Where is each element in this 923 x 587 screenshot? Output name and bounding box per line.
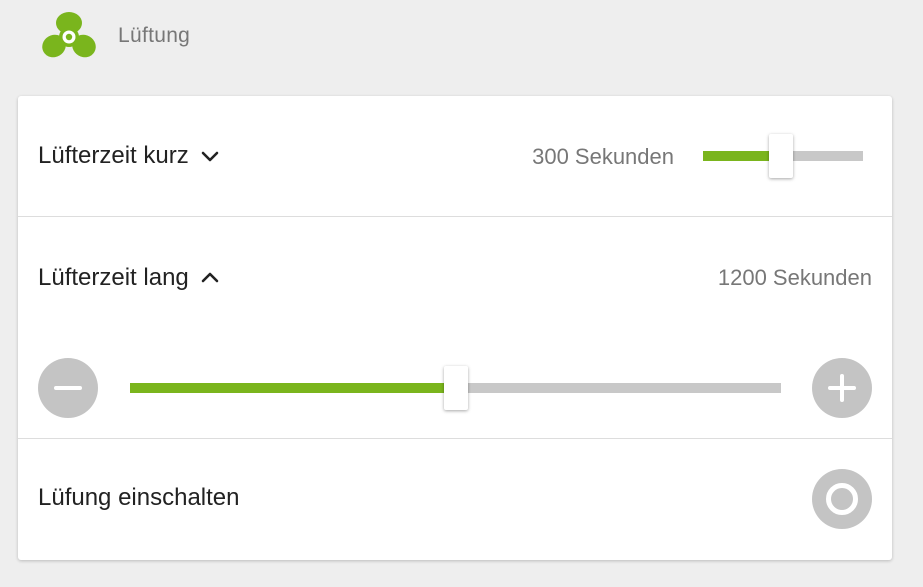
short-fan-time-label: Lüfterzeit kurz bbox=[38, 142, 189, 169]
long-fan-time-header[interactable]: Lüfterzeit lang bbox=[38, 263, 219, 293]
circle-toggle-icon bbox=[826, 483, 858, 515]
chevron-up-icon bbox=[201, 272, 219, 283]
page-header: Lüftung bbox=[42, 10, 190, 62]
chevron-down-icon bbox=[201, 151, 219, 162]
settings-card: Lüfterzeit kurz 300 Sekunden Lüfterzeit … bbox=[18, 96, 892, 560]
minus-icon bbox=[54, 386, 82, 390]
plus-icon bbox=[828, 374, 856, 402]
long-fan-time-label: Lüfterzeit lang bbox=[38, 264, 189, 291]
short-fan-time-header[interactable]: Lüfterzeit kurz bbox=[38, 141, 219, 171]
short-fan-time-slider-thumb[interactable] bbox=[769, 134, 794, 178]
short-fan-time-row: Lüfterzeit kurz 300 Sekunden bbox=[18, 96, 892, 216]
ventilation-toggle[interactable] bbox=[812, 469, 872, 529]
long-fan-time-row: Lüfterzeit lang 1200 Sekunden bbox=[18, 217, 892, 438]
short-fan-time-value: 300 Sekunden bbox=[532, 144, 674, 169]
page-title: Lüftung bbox=[118, 24, 191, 47]
ventilation-toggle-label: Lüfung einschalten bbox=[38, 484, 240, 511]
long-fan-time-value: 1200 Sekunden bbox=[717, 265, 872, 290]
decrease-button[interactable] bbox=[38, 358, 98, 418]
increase-button[interactable] bbox=[812, 358, 872, 418]
fan-icon bbox=[42, 12, 96, 58]
ventilation-toggle-row: Lüfung einschalten bbox=[18, 439, 892, 560]
long-fan-time-slider-fill bbox=[130, 383, 456, 393]
long-fan-time-slider-thumb[interactable] bbox=[443, 366, 468, 410]
